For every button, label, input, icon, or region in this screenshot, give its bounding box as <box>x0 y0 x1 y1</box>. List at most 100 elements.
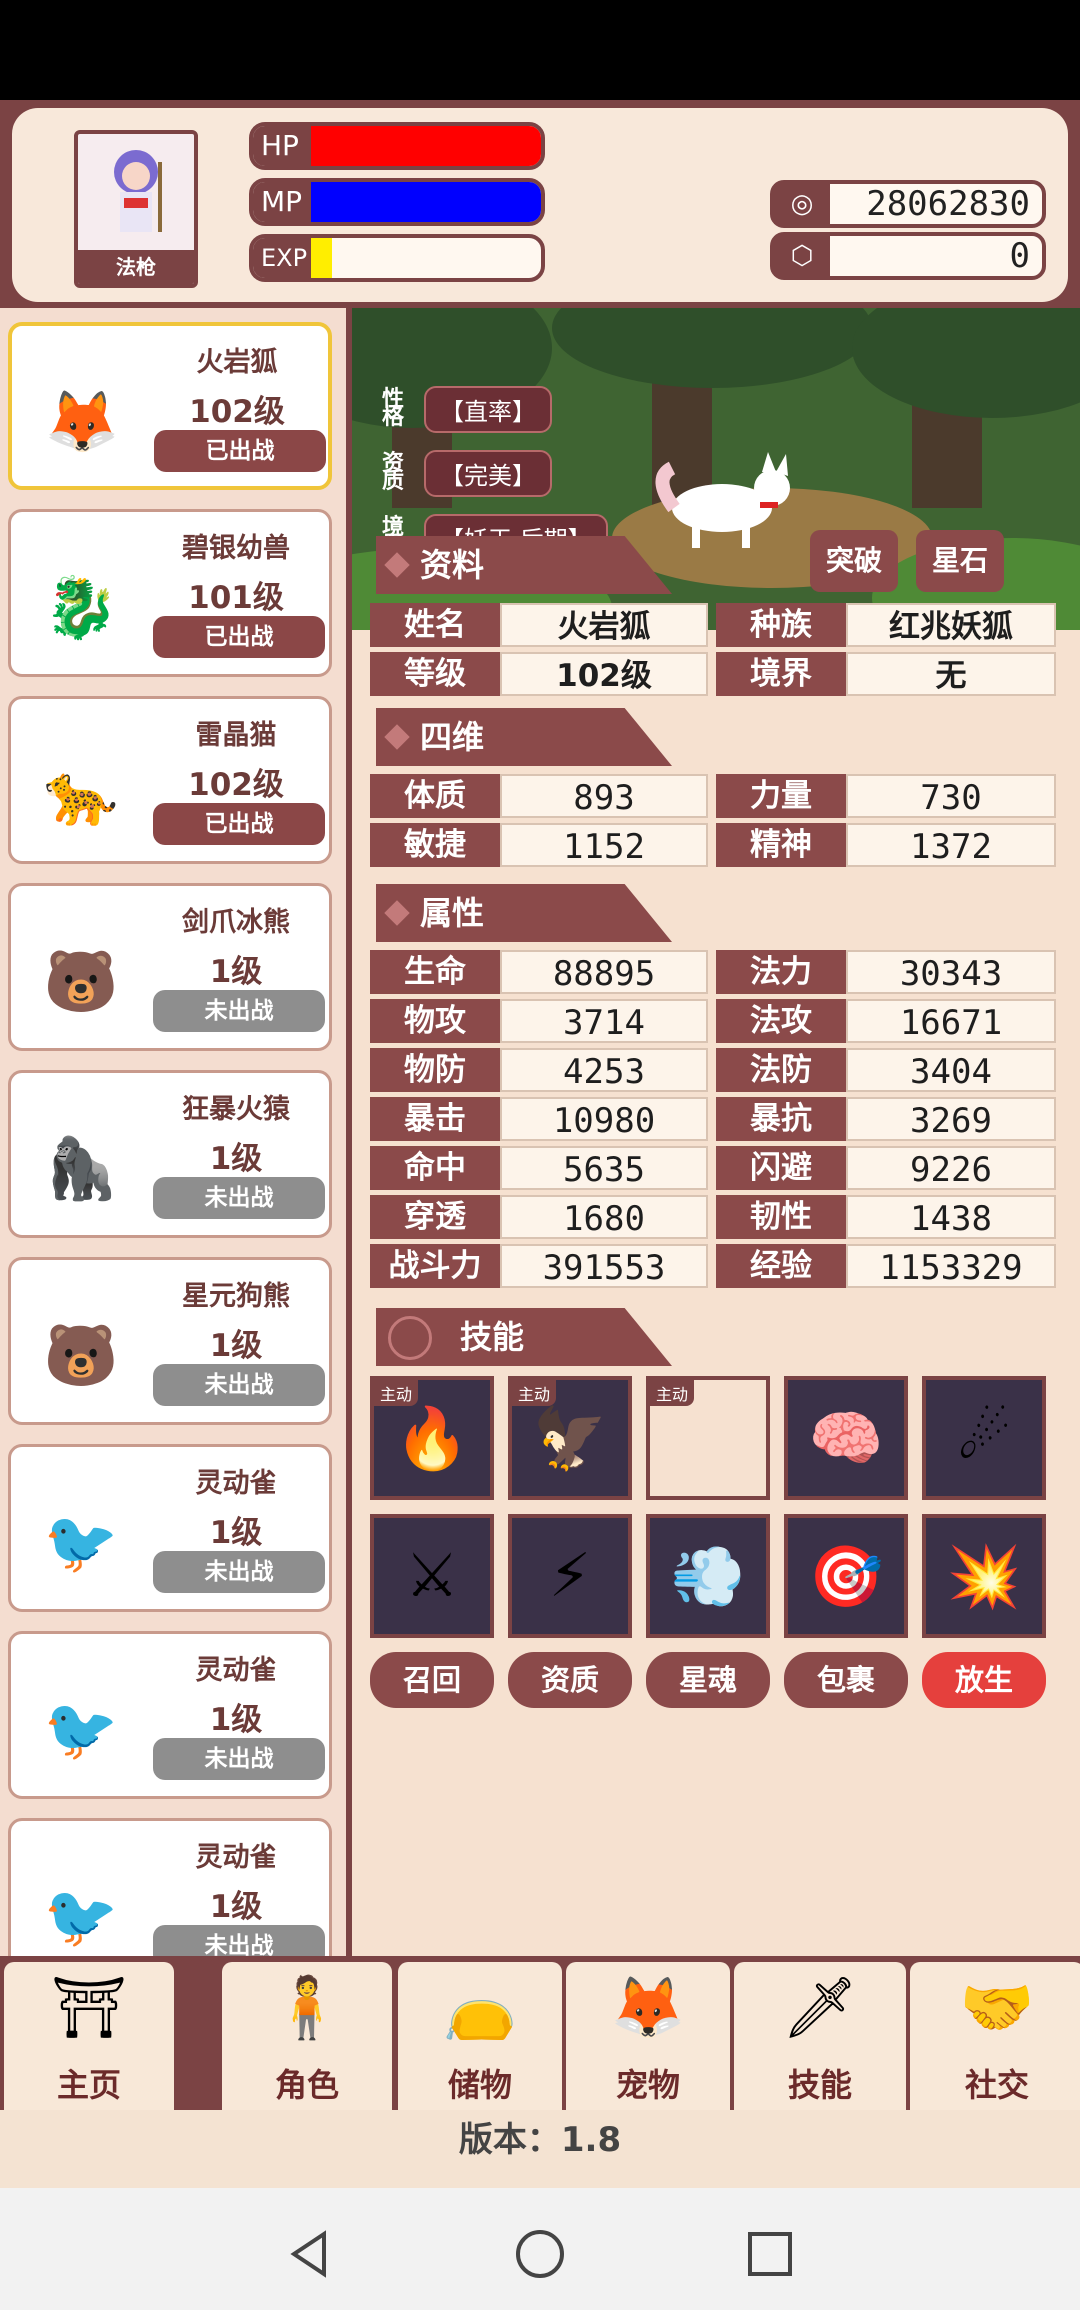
skill-slot[interactable]: 主动 <box>646 1376 770 1500</box>
nav-tab-4[interactable]: 🗡 技能 <box>734 1962 906 2110</box>
pet-status-button[interactable]: 未出战 <box>153 1177 325 1219</box>
stat-cell: 暴抗 3269 <box>716 1097 1056 1141</box>
stat-cell: 穿透 1680 <box>370 1195 708 1239</box>
pet-status-button[interactable]: 未出战 <box>153 1551 325 1593</box>
action-button[interactable]: 包裹 <box>784 1652 908 1708</box>
lightning-icon: ⚡ <box>548 1541 592 1611</box>
pet-level: 102级 <box>188 767 284 803</box>
stat-key: 暴击 <box>370 1097 500 1141</box>
skill-slot[interactable]: ⚔ <box>370 1514 494 1638</box>
dash-icon: 💨 <box>670 1541 746 1612</box>
nav-tab-0[interactable]: ⛩ 主页 <box>4 1962 174 2110</box>
stat-key: 法力 <box>716 950 846 994</box>
trait-value: 【直率】 <box>424 385 552 433</box>
bag-icon: 👝 <box>442 1973 518 2043</box>
pet-level: 102级 <box>189 394 285 430</box>
pet-status-button[interactable]: 已出战 <box>153 803 325 845</box>
skill-slot[interactable]: 🦅 主动 <box>508 1376 632 1500</box>
info-section-title: 资料 <box>420 546 485 584</box>
stat-key: 体质 <box>370 774 500 818</box>
pet-status-button[interactable]: 未出战 <box>153 1364 325 1406</box>
pet-card[interactable]: 🦍 狂暴火猿 1级 未出战 <box>8 1070 332 1238</box>
exp-label: EXP <box>253 238 311 278</box>
app-screen: 法枪 HP MP EXP ◎ 28062830 ⬡ 0 🦊 火岩狐 102级 已… <box>0 100 1080 2210</box>
action-button[interactable]: 星魂 <box>646 1652 770 1708</box>
version-text: 版本：1.8 <box>0 2110 1080 2170</box>
pet-name: 雷晶猫 <box>195 720 277 751</box>
nav-tab-1[interactable]: 🧍 角色 <box>222 1962 392 2110</box>
nav-tab-label: 主页 <box>56 2066 121 2104</box>
home-icon[interactable] <box>514 2228 566 2280</box>
stat-key: 生命 <box>370 950 500 994</box>
stat-value: 1680 <box>500 1195 708 1239</box>
nav-tab-2[interactable]: 👝 储物 <box>398 1962 562 2110</box>
stat-value: 1152 <box>500 823 708 867</box>
recents-icon[interactable] <box>744 2228 796 2280</box>
bear-icon: 🐻 <box>43 1320 119 1391</box>
hp-label: HP <box>253 126 311 166</box>
breakthrough-button[interactable]: 突破 <box>810 530 898 592</box>
pet-card[interactable]: 🐻 剑爪冰熊 1级 未出战 <box>8 883 332 1051</box>
nav-tab-5[interactable]: 🤝 社交 <box>910 1962 1080 2110</box>
stat-cell: 体质 893 <box>370 774 708 818</box>
diamond-icon <box>384 900 410 926</box>
skill-slot[interactable]: 🧠 <box>784 1376 908 1500</box>
pet-status-button[interactable]: 未出战 <box>153 1738 325 1780</box>
skill-slot[interactable]: 💨 <box>646 1514 770 1638</box>
pet-status-button[interactable]: 已出战 <box>153 616 325 658</box>
nav-tab-3[interactable]: 🦊 宠物 <box>566 1962 730 2110</box>
pet-level: 1级 <box>209 954 263 990</box>
stat-key: 物攻 <box>370 999 500 1043</box>
stat-key: 境界 <box>716 652 846 696</box>
active-skill-tag: 主动 <box>512 1380 557 1406</box>
mp-bar: MP <box>249 178 545 226</box>
pet-card[interactable]: 🐉 碧银幼兽 101级 已出战 <box>8 509 332 677</box>
skill-slot[interactable]: 🎯 <box>784 1514 908 1638</box>
pet-card[interactable]: 🐆 雷晶猫 102级 已出战 <box>8 696 332 864</box>
sparrow-icon: 🐦 <box>43 1881 119 1952</box>
pet-list[interactable]: 🦊 火岩狐 102级 已出战 🐉 碧银幼兽 101级 已出战 🐆 雷晶猫 102级 已出战 🐻 剑爪冰熊 1… <box>0 308 346 2056</box>
back-icon[interactable] <box>284 2228 336 2280</box>
starstone-button[interactable]: 星石 <box>916 530 1004 592</box>
action-button[interactable]: 召回 <box>370 1652 494 1708</box>
pet-card[interactable]: 🐦 灵动雀 1级 未出战 <box>8 1444 332 1612</box>
target-icon: 🎯 <box>808 1541 884 1612</box>
stat-key: 物防 <box>370 1048 500 1092</box>
exp-bar: EXP <box>249 234 545 282</box>
pet-card[interactable]: 🐦 灵动雀 1级 未出战 <box>8 1631 332 1799</box>
fox-icon: 🦊 <box>44 386 120 457</box>
diamond-icon <box>384 552 410 578</box>
thunder-cat-icon: 🐆 <box>43 759 119 830</box>
action-button[interactable]: 资质 <box>508 1652 632 1708</box>
attributes-section-header: 属性 <box>376 884 672 942</box>
stat-cell: 种族 红兆妖狐 <box>716 603 1056 647</box>
pet-status-button[interactable]: 未出战 <box>153 990 325 1032</box>
action-button[interactable]: 放生 <box>922 1652 1046 1708</box>
skill-slot[interactable]: 🔥 主动 <box>370 1376 494 1500</box>
pet-card[interactable]: 🐻 星元狗熊 1级 未出战 <box>8 1257 332 1425</box>
stat-cell: 物攻 3714 <box>370 999 708 1043</box>
sword-icon: 🗡 <box>781 1973 859 2043</box>
mp-label: MP <box>253 182 311 222</box>
player-avatar[interactable]: 法枪 <box>74 130 198 288</box>
status-bar <box>0 0 1080 100</box>
skill-slot[interactable]: ⚡ <box>508 1514 632 1638</box>
pet-name: 碧银幼兽 <box>182 533 290 564</box>
stat-key: 种族 <box>716 603 846 647</box>
fox-pet-sprite-icon <box>655 452 790 548</box>
pet-trait: 资质 【完美】 <box>382 449 552 497</box>
gold-value: 28062830 <box>866 184 1030 224</box>
stat-cell: 敏捷 1152 <box>370 823 708 867</box>
sparrow-icon: 🐦 <box>43 1694 119 1765</box>
nav-tab-label: 储物 <box>447 2066 512 2104</box>
pet-card[interactable]: 🦊 火岩狐 102级 已出战 <box>8 322 332 490</box>
skill-slot[interactable]: 💥 <box>922 1514 1046 1638</box>
active-skill-tag: 主动 <box>650 1380 695 1406</box>
pet-name: 火岩狐 <box>196 347 278 378</box>
stat-cell: 法攻 16671 <box>716 999 1056 1043</box>
stat-cell: 法防 3404 <box>716 1048 1056 1092</box>
pet-status-button[interactable]: 已出战 <box>154 430 326 472</box>
ice-bear-icon: 🐻 <box>43 946 119 1017</box>
skill-slot[interactable]: ☄ <box>922 1376 1046 1500</box>
pet-name: 灵动雀 <box>195 1655 277 1686</box>
